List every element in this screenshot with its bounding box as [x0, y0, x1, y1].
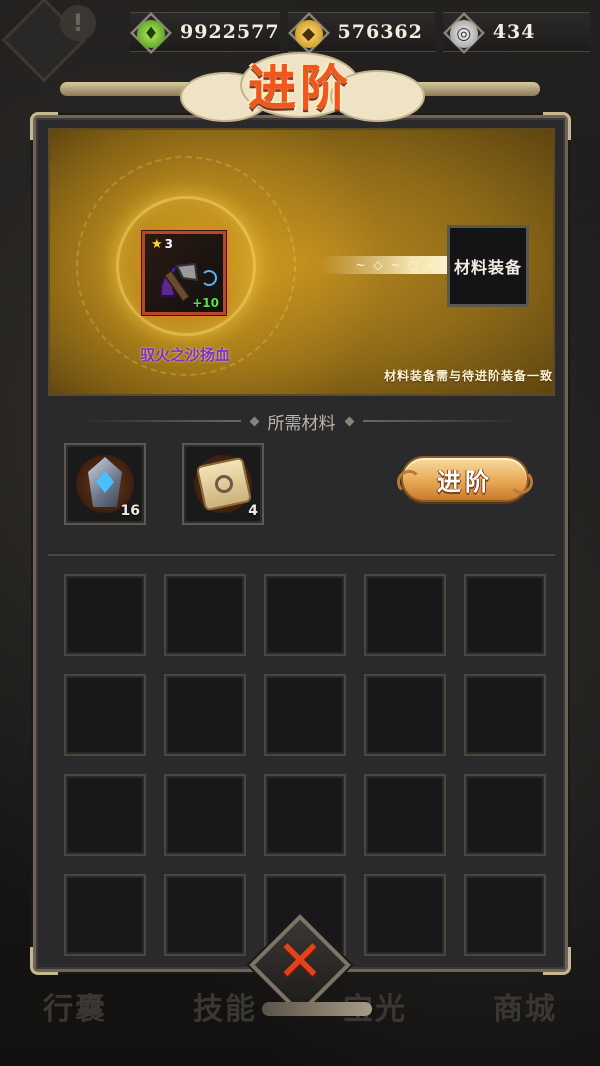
close-x-icon: ✕ — [276, 929, 324, 994]
required-materials-header: 所需材料 — [48, 408, 555, 434]
source-equipment-slot[interactable]: ★ 3 +10 — [142, 231, 226, 315]
inventory-slot[interactable] — [364, 674, 446, 756]
jade-value: 9922577 — [180, 21, 280, 43]
nav-skills: 技能 — [193, 992, 257, 1027]
material-slot-crystal[interactable]: 16 — [64, 443, 146, 525]
swap-icon — [201, 270, 217, 286]
inventory-slot[interactable] — [464, 574, 546, 656]
divider-line — [362, 420, 523, 422]
inventory-slot[interactable] — [64, 674, 146, 756]
advance-preview: ★ 3 +10 驭火之沙扬血 ~ ◇ ~ ○ ~ 材料装备 材料装备需与待进阶装备… — [48, 128, 555, 396]
inventory-slot[interactable] — [364, 774, 446, 856]
inventory-slot[interactable] — [164, 774, 246, 856]
nav-bag: 行囊 — [43, 992, 107, 1027]
scroll-seal — [215, 475, 233, 493]
inventory-slot[interactable] — [264, 674, 346, 756]
inventory-slot[interactable] — [364, 574, 446, 656]
advance-button[interactable]: 进阶 — [397, 456, 533, 502]
enhance-level: +10 — [192, 296, 219, 310]
source-item-name: 驭火之沙扬血 — [139, 346, 230, 364]
star-count: 3 — [164, 237, 174, 251]
cloud-ornament — [262, 1002, 372, 1016]
target-equipment-slot[interactable]: 材料装备 — [447, 225, 529, 307]
inventory-slot[interactable] — [264, 774, 346, 856]
inventory-slot[interactable] — [64, 874, 146, 956]
page-title: 进阶 — [247, 60, 352, 116]
close-button[interactable]: ✕ — [249, 914, 351, 1016]
soul-value: 434 — [492, 21, 536, 43]
corner-ornament — [30, 947, 58, 975]
material-count: 4 — [248, 503, 258, 519]
inventory-slot[interactable] — [164, 574, 246, 656]
soul-orb-icon: ◎ — [449, 20, 478, 48]
hint-text: 材料装备需与待进阶装备一致 — [383, 369, 553, 383]
required-materials-label: 所需材料 — [267, 413, 336, 434]
currency-soul: ◎ 434 — [442, 12, 591, 54]
inventory-slot[interactable] — [264, 574, 346, 656]
material-count: 16 — [120, 503, 140, 519]
diamond-ornament — [249, 416, 259, 426]
star-icon: ★ 3 — [151, 237, 174, 252]
diamond-ornament — [344, 416, 354, 426]
corner-ornament — [543, 947, 571, 975]
inventory-slot[interactable] — [464, 674, 546, 756]
inventory-slot[interactable] — [164, 674, 246, 756]
inventory-slot[interactable] — [364, 874, 446, 956]
inventory-grid — [64, 574, 546, 956]
coin-value: 576362 — [337, 21, 423, 43]
advance-panel: ★ 3 +10 驭火之沙扬血 ~ ◇ ~ ○ ~ 材料装备 材料装备需与待进阶装备… — [30, 112, 571, 975]
inventory-slot[interactable] — [464, 774, 546, 856]
nav-shop: 商城 — [493, 992, 557, 1027]
material-slot-scroll[interactable]: 4 — [182, 443, 264, 525]
inventory-slot[interactable] — [64, 574, 146, 656]
inventory-slot[interactable] — [464, 874, 546, 956]
section-divider — [48, 554, 555, 556]
alert-icon: ! — [60, 5, 96, 41]
inventory-slot[interactable] — [164, 874, 246, 956]
inventory-slot[interactable] — [64, 774, 146, 856]
divider-line — [80, 420, 241, 422]
